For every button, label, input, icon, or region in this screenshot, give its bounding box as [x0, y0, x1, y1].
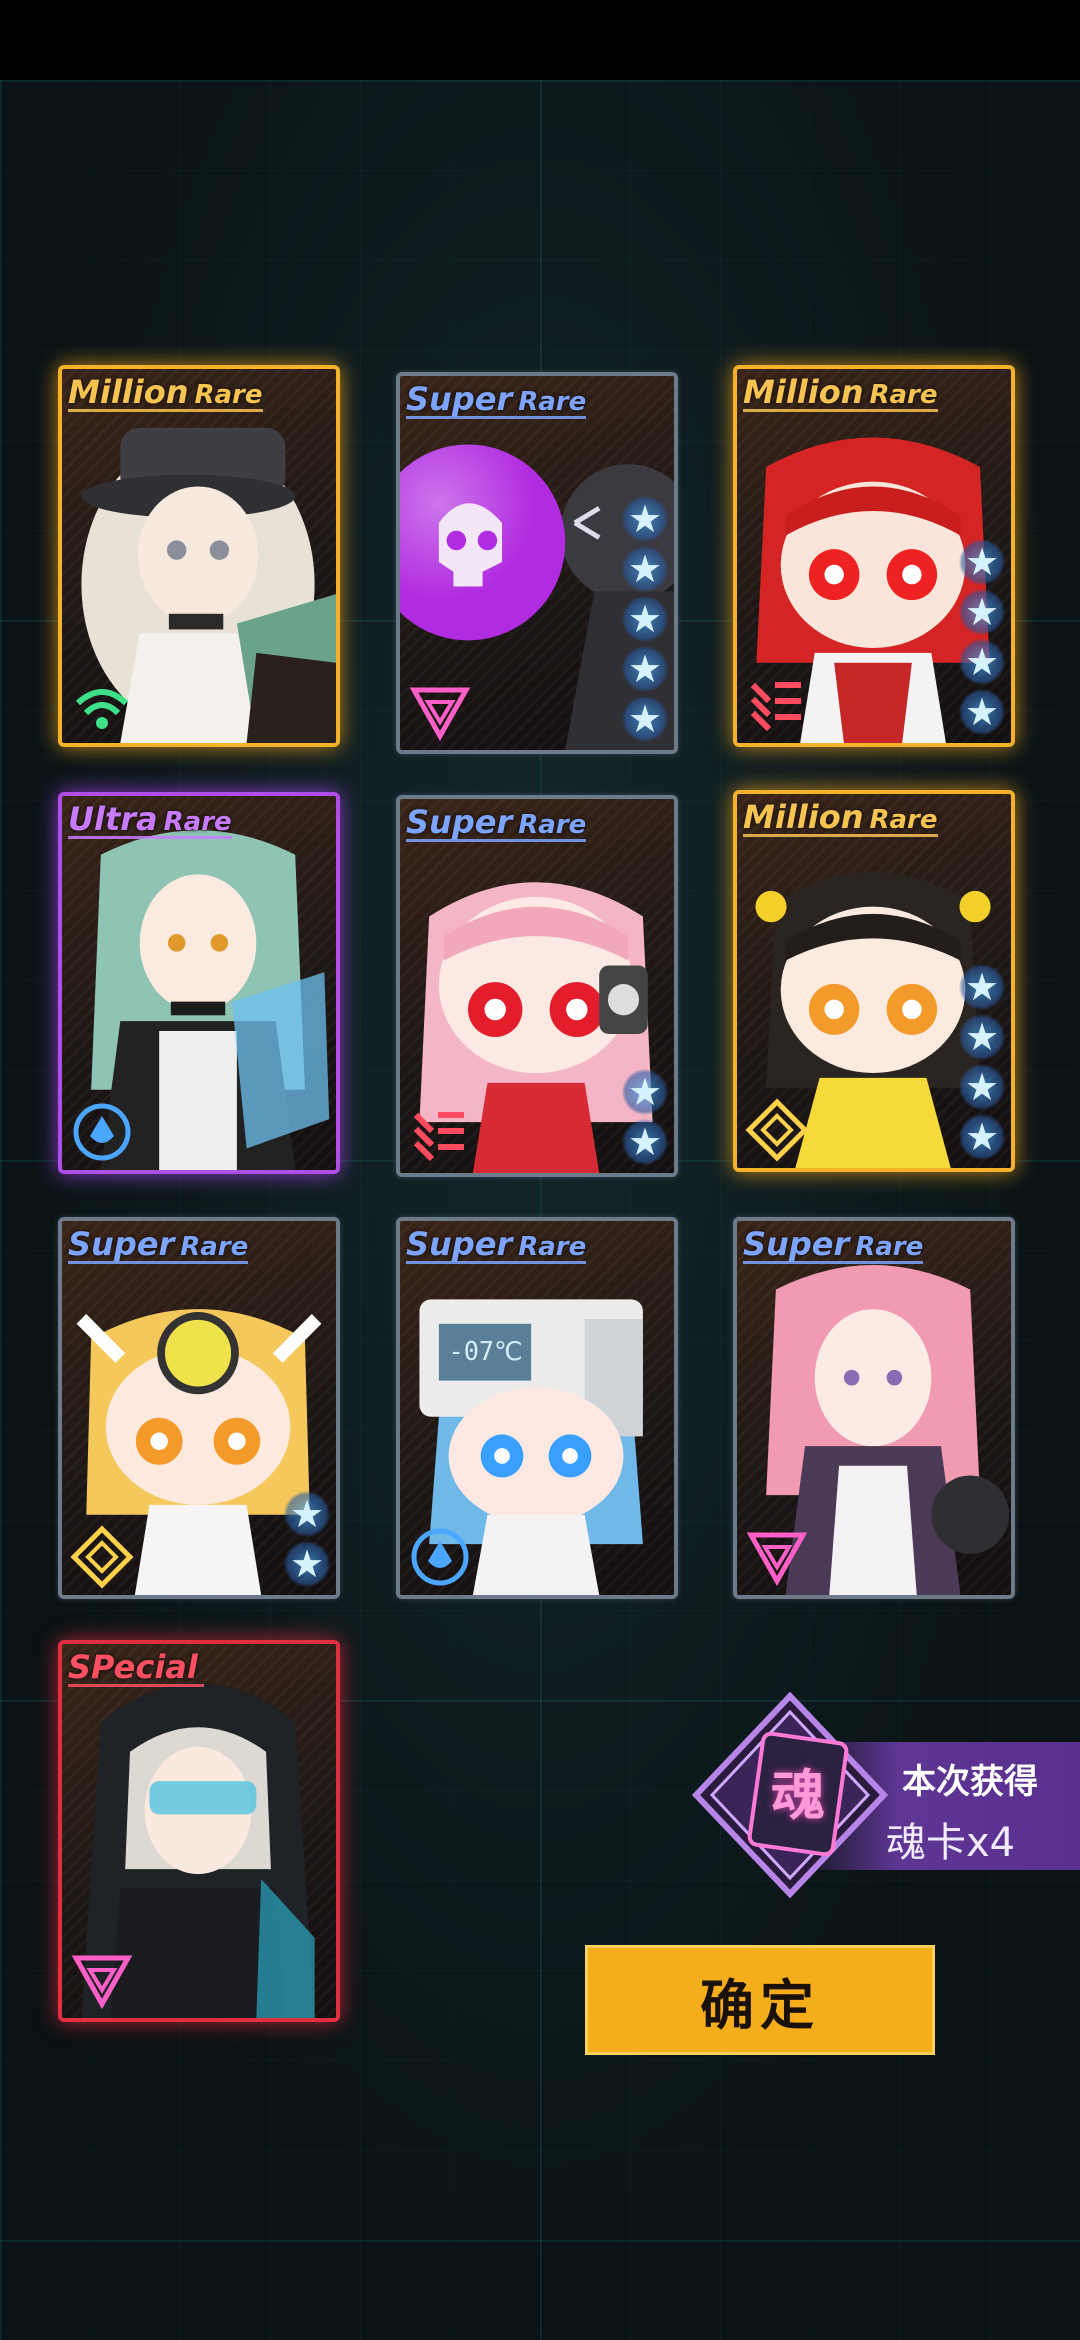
triangle-emblem-icon: [71, 1955, 133, 2010]
rarity-label: Super Rare: [406, 1225, 587, 1263]
star-icon: ★: [959, 689, 1005, 735]
rarity-label: SPecial: [68, 1648, 204, 1687]
character-card[interactable]: Ultra Rare: [58, 792, 340, 1174]
star-icon: ★: [622, 646, 668, 692]
character-card[interactable]: Super Rare: [733, 1217, 1015, 1599]
star-icon: ★: [622, 496, 668, 542]
reward-title: 本次获得: [902, 1762, 1038, 1802]
wifi-emblem-icon: [75, 689, 129, 729]
star-icon: ★: [284, 1541, 330, 1587]
star-icon: ★: [622, 696, 668, 742]
star-icon: ★: [622, 546, 668, 592]
drop-emblem-icon: [411, 1528, 469, 1586]
character-card[interactable]: Super Rare ★ ★: [58, 1217, 340, 1599]
star-icon: ★: [622, 596, 668, 642]
star-icon: ★: [959, 639, 1005, 685]
star-icon: ★: [622, 1119, 668, 1165]
star-icon: ★: [284, 1491, 330, 1537]
character-card[interactable]: -07℃ Super Rare: [396, 1217, 678, 1599]
diamond-emblem-icon: [70, 1525, 134, 1589]
star-rating: ★ ★: [622, 1069, 668, 1165]
rarity-label: Ultra Rare: [68, 800, 232, 838]
character-card[interactable]: Super Rare ★ ★: [396, 795, 678, 1177]
drop-emblem-icon: [73, 1103, 131, 1161]
stripes-emblem-icon: [750, 682, 801, 732]
rarity-label: Super Rare: [743, 1225, 924, 1263]
rarity-label: Super Rare: [406, 380, 587, 418]
star-icon: ★: [959, 964, 1005, 1010]
soul-char: 魂: [771, 1763, 825, 1827]
status-bar: [0, 0, 1080, 80]
star-rating: ★ ★ ★ ★ ★: [622, 496, 668, 742]
confirm-button[interactable]: 确定: [585, 1945, 935, 2055]
character-card[interactable]: Super Rare ★ ★ ★ ★ ★: [396, 372, 678, 754]
rarity-label: Million Rare: [743, 798, 938, 836]
rarity-label: Super Rare: [68, 1225, 249, 1263]
character-card[interactable]: Million Rare: [58, 365, 340, 747]
star-rating: ★ ★ ★ ★: [959, 964, 1005, 1160]
character-card[interactable]: SPecial: [58, 1640, 340, 2022]
star-icon: ★: [959, 1114, 1005, 1160]
triangle-emblem-icon: [746, 1532, 808, 1587]
reward-count: 魂卡x4: [886, 1820, 1016, 1866]
star-rating: ★ ★ ★ ★: [959, 539, 1005, 735]
star-icon: ★: [959, 539, 1005, 585]
reward-summary: 魂 本次获得 魂卡x4: [690, 1690, 1080, 1900]
fridge-display-text: -07℃: [449, 1336, 523, 1366]
star-icon: ★: [622, 1069, 668, 1115]
rarity-label: Super Rare: [406, 803, 587, 841]
star-rating: ★ ★: [284, 1491, 330, 1587]
character-card[interactable]: Million Rare ★ ★ ★ ★: [733, 365, 1015, 747]
character-card[interactable]: Million Rare ★ ★ ★ ★: [733, 790, 1015, 1172]
rarity-label: Million Rare: [68, 373, 263, 411]
rarity-label: Million Rare: [743, 373, 938, 411]
triangle-emblem-icon: [409, 687, 471, 742]
stripes-emblem-icon: [413, 1112, 464, 1162]
star-icon: ★: [959, 1014, 1005, 1060]
star-icon: ★: [959, 589, 1005, 635]
star-icon: ★: [959, 1064, 1005, 1110]
diamond-emblem-icon: [745, 1098, 809, 1162]
